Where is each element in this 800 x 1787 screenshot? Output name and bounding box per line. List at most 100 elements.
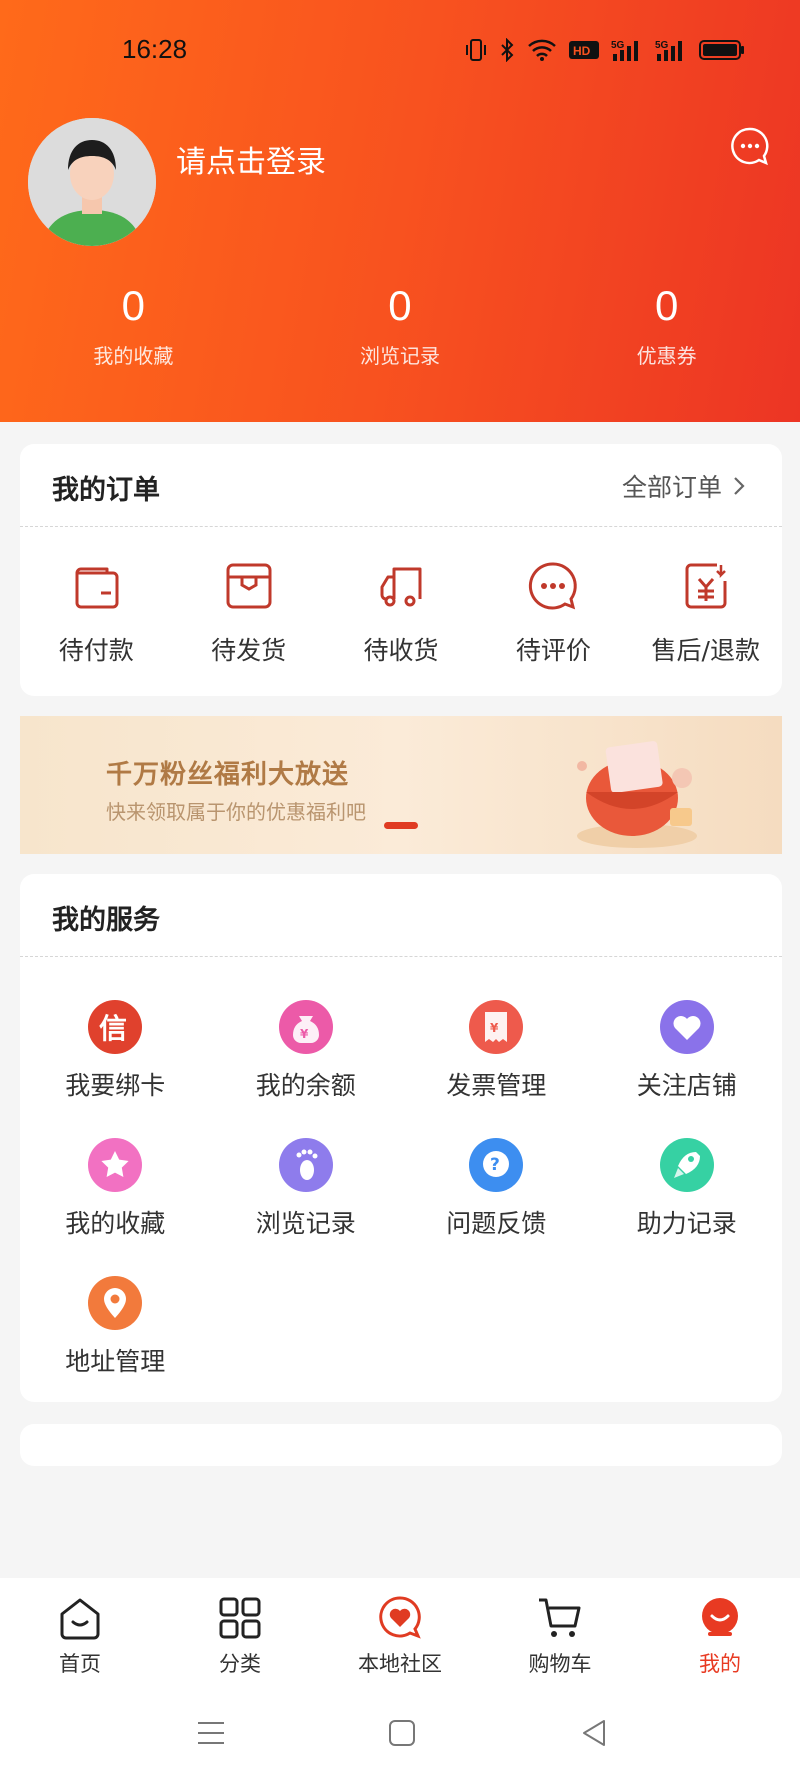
nav-profile[interactable]: 我的 xyxy=(640,1578,800,1688)
invoice-icon: ¥ xyxy=(469,1000,524,1054)
orders-card: 我的订单 全部订单 待付款 待发货 待收货 待评价 售后/退款 xyxy=(20,444,782,696)
signal-5g-icon-2: 5G xyxy=(655,38,687,66)
order-label: 待付款 xyxy=(58,636,134,665)
home-icon xyxy=(60,1598,100,1640)
status-time: 16:28 xyxy=(122,34,188,64)
order-after-sales[interactable]: 售后/退款 xyxy=(630,559,782,667)
service-balance[interactable]: ¥ 我的余额 xyxy=(211,1000,402,1138)
service-label: 助力记录 xyxy=(636,1209,737,1238)
service-label: 发票管理 xyxy=(446,1071,547,1100)
order-label: 待发货 xyxy=(211,636,287,665)
stat-label: 我的收藏 xyxy=(93,344,174,368)
all-orders-label: 全部订单 xyxy=(621,473,722,502)
order-pending-receipt[interactable]: 待收货 xyxy=(325,559,477,667)
nav-community[interactable]: 本地社区 xyxy=(320,1578,480,1688)
wallet-icon xyxy=(75,567,119,609)
service-history[interactable]: 浏览记录 xyxy=(211,1138,402,1276)
empty-section-card xyxy=(20,1424,782,1466)
order-pending-shipment[interactable]: 待发货 xyxy=(172,559,324,667)
stat-favorites[interactable]: 0 我的收藏 xyxy=(0,282,267,369)
profile-icon xyxy=(702,1598,738,1636)
order-label: 待评价 xyxy=(515,636,591,665)
system-nav-bar xyxy=(0,1688,800,1787)
stat-value: 0 xyxy=(121,282,145,329)
order-status-row: 待付款 待发货 待收货 待评价 售后/退款 xyxy=(20,559,782,667)
stat-label: 优惠券 xyxy=(636,344,697,368)
status-bar: 16:28 HD 5G 5G xyxy=(0,34,800,70)
service-label: 我的余额 xyxy=(255,1071,356,1100)
svg-text:信: 信 xyxy=(99,1012,127,1045)
order-pending-payment[interactable]: 待付款 xyxy=(20,559,172,667)
message-icon[interactable] xyxy=(730,126,770,170)
all-orders-link[interactable]: 全部订单 xyxy=(622,468,746,504)
service-favorites[interactable]: 我的收藏 xyxy=(20,1138,211,1276)
gift-envelope-icon xyxy=(577,741,697,848)
status-icons: HD 5G 5G xyxy=(465,37,745,66)
menu-icon[interactable] xyxy=(196,1718,226,1748)
money-bag-icon: ¥ xyxy=(278,1000,333,1054)
nav-category[interactable]: 分类 xyxy=(160,1578,320,1688)
services-grid: 信 我要绑卡 ¥ 我的余额 ¥ 发票管理 关注店铺 我的收藏 浏览记录 ? 问题… xyxy=(20,1000,782,1414)
location-icon xyxy=(88,1276,143,1330)
bind-card-icon: 信 xyxy=(88,1000,143,1054)
service-feedback[interactable]: ? 问题反馈 xyxy=(401,1138,592,1276)
home-square-icon[interactable] xyxy=(388,1718,416,1748)
box-icon xyxy=(226,563,272,609)
services-card: 我的服务 信 我要绑卡 ¥ 我的余额 ¥ 发票管理 关注店铺 我的收藏 浏览记录… xyxy=(20,874,782,1402)
orders-title: 我的订单 xyxy=(52,475,160,506)
stat-label: 浏览记录 xyxy=(359,344,440,368)
comment-icon xyxy=(529,562,578,610)
svg-text:¥: ¥ xyxy=(300,1027,309,1041)
service-address[interactable]: 地址管理 xyxy=(20,1276,211,1414)
nav-label: 购物车 xyxy=(528,1652,592,1676)
svg-text:?: ? xyxy=(490,1155,500,1175)
stat-coupons[interactable]: 0 优惠券 xyxy=(533,282,800,369)
refund-icon xyxy=(685,563,727,609)
stat-value: 0 xyxy=(388,282,412,329)
footprint-icon xyxy=(278,1138,333,1192)
banner-subtitle: 快来领取属于你的优惠福利吧 xyxy=(106,800,366,824)
stats-row: 0 我的收藏 0 浏览记录 0 优惠券 xyxy=(0,282,800,369)
wifi-icon xyxy=(527,38,557,66)
service-label: 问题反馈 xyxy=(446,1209,547,1238)
nav-label: 分类 xyxy=(219,1652,261,1676)
service-invoice[interactable]: ¥ 发票管理 xyxy=(401,1000,592,1138)
category-icon xyxy=(219,1597,261,1639)
profile-header: 16:28 HD 5G 5G 请点击登录 0 我的收藏 0 浏览记录 0 优惠券 xyxy=(0,0,800,422)
svg-text:¥: ¥ xyxy=(490,1021,499,1035)
vibrate-icon xyxy=(465,38,487,66)
service-label: 地址管理 xyxy=(65,1347,166,1376)
divider xyxy=(20,526,782,527)
services-title: 我的服务 xyxy=(52,905,160,936)
carousel-indicator xyxy=(384,822,418,829)
login-prompt[interactable]: 请点击登录 xyxy=(176,137,326,181)
hd-icon: HD xyxy=(569,40,599,64)
service-label: 我的收藏 xyxy=(65,1209,166,1238)
banner-title: 千万粉丝福利大放送 xyxy=(106,760,350,790)
service-boost-records[interactable]: 助力记录 xyxy=(592,1138,783,1276)
service-label: 浏览记录 xyxy=(255,1209,356,1238)
signal-5g-icon-1: 5G xyxy=(611,38,643,66)
divider xyxy=(20,956,782,957)
nav-cart[interactable]: 购物车 xyxy=(480,1578,640,1688)
nav-home[interactable]: 首页 xyxy=(0,1578,160,1688)
battery-icon xyxy=(699,39,745,65)
svg-text:5G: 5G xyxy=(655,40,669,51)
svg-text:HD: HD xyxy=(573,44,591,58)
bottom-nav: 首页 分类 本地社区 购物车 我的 xyxy=(0,1578,800,1688)
service-followed-shops[interactable]: 关注店铺 xyxy=(592,1000,783,1138)
heart-icon xyxy=(659,1000,714,1054)
rocket-icon xyxy=(659,1138,714,1192)
default-avatar-icon xyxy=(28,118,156,246)
promo-banner[interactable]: 千万粉丝福利大放送 快来领取属于你的优惠福利吧 xyxy=(20,716,782,854)
service-bind-card[interactable]: 信 我要绑卡 xyxy=(20,1000,211,1138)
stat-history[interactable]: 0 浏览记录 xyxy=(267,282,534,369)
nav-label: 本地社区 xyxy=(358,1652,442,1676)
back-icon[interactable] xyxy=(580,1718,608,1748)
order-pending-review[interactable]: 待评价 xyxy=(477,559,629,667)
svg-text:5G: 5G xyxy=(611,40,625,51)
service-label: 我要绑卡 xyxy=(65,1071,166,1100)
question-icon: ? xyxy=(469,1138,524,1192)
order-label: 待收货 xyxy=(363,636,439,665)
avatar[interactable] xyxy=(28,118,156,246)
